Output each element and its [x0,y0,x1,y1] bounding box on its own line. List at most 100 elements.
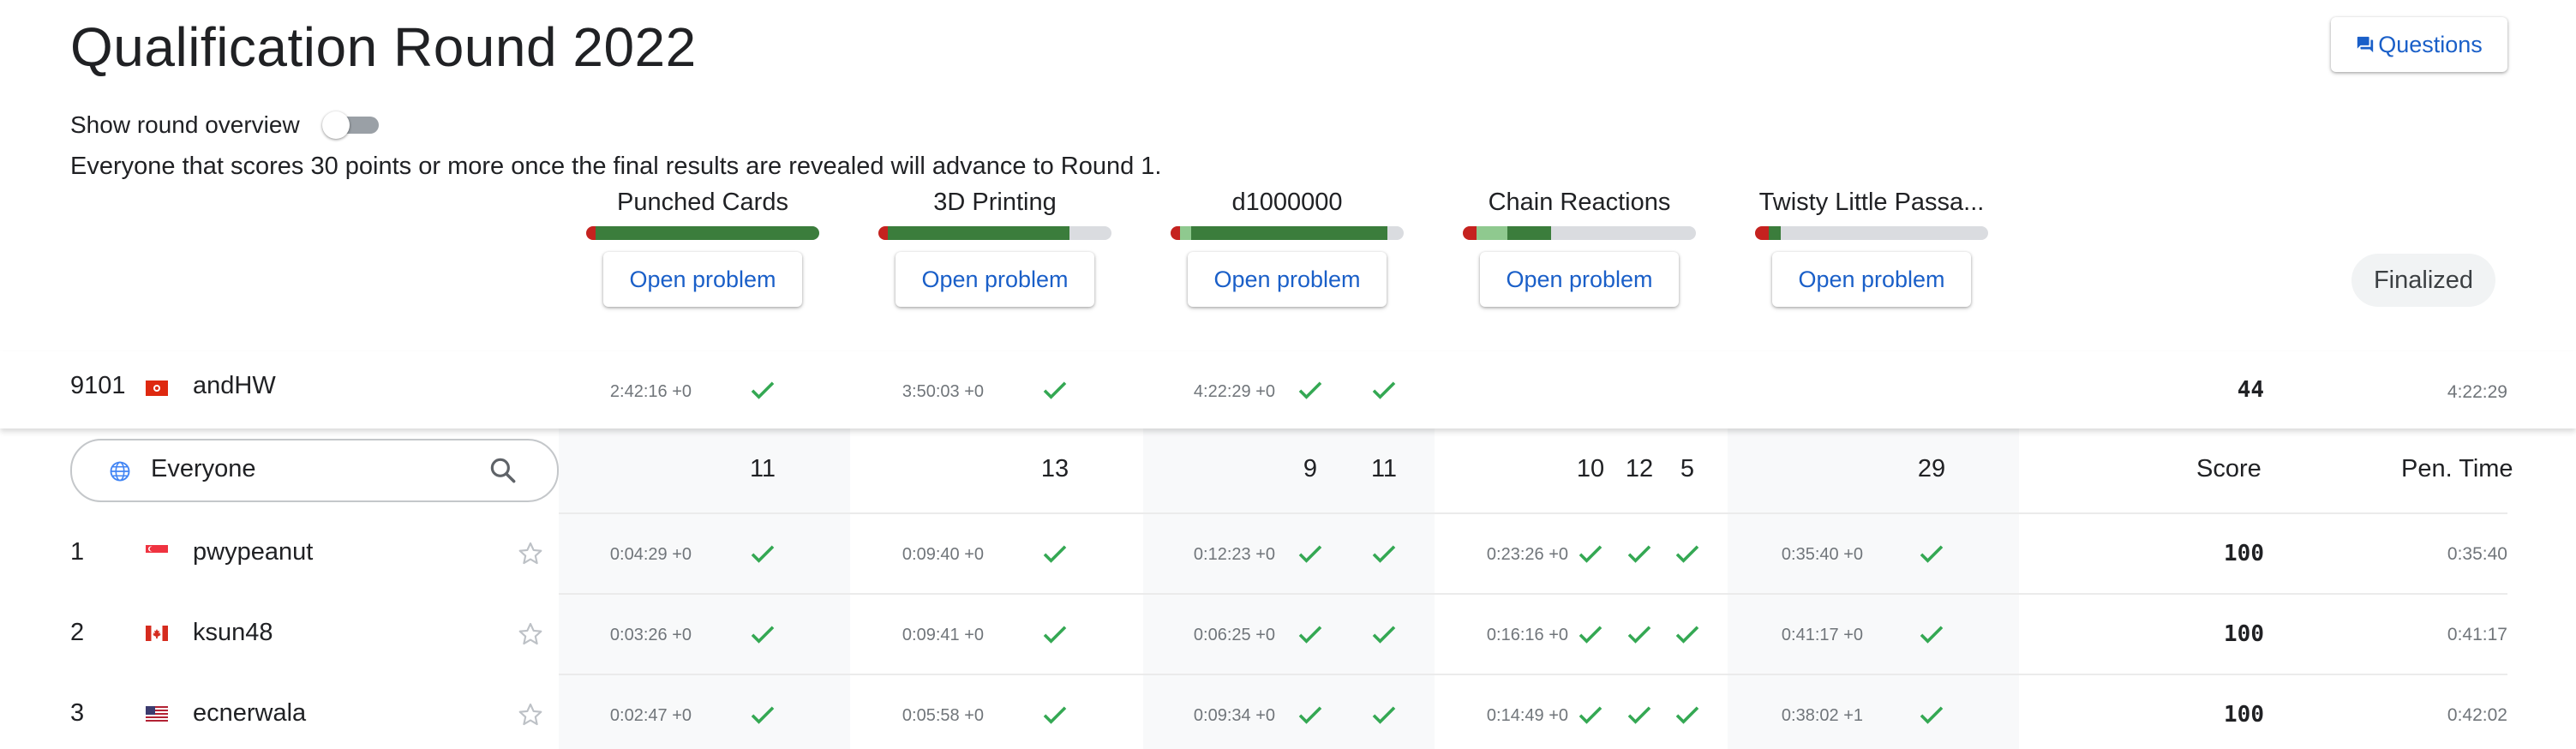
questions-button[interactable]: Questions [2331,17,2507,72]
check-icon [1675,706,1699,724]
check-icon [1298,381,1322,399]
user-name: andHW [193,372,276,399]
solve-time: 2:42:16 +0 [609,382,692,401]
current-user-row: 9101 andHW 2:42:16 +0 3:50:03 +0 4:22:29… [0,351,2576,428]
filter-scope: Everyone [151,455,256,482]
check-icon [1675,626,1699,644]
solve-time: 0:09:41 +0 [902,626,984,644]
problem-name: d1000000 [1231,189,1343,216]
usa-flag-icon [146,706,168,722]
check-icon [1627,626,1651,644]
check-icon [1579,545,1603,563]
problem-name: Punched Cards [617,189,788,216]
table-row: 1 pwypeanut 0:04:29 +0 0:09:40 +0 0:12:2… [0,514,2576,593]
problem-name: 3D Printing [933,189,1057,216]
overview-toggle[interactable] [322,111,379,139]
open-problem-button[interactable]: Open problem [1188,252,1387,307]
row-name: pwypeanut [193,538,314,566]
row-penalty: 0:41:17 [2447,625,2507,644]
row-rank: 1 [70,538,85,566]
solve-time: 0:23:26 +0 [1486,545,1568,564]
solve-time: 0:16:16 +0 [1486,626,1568,644]
row-penalty: 0:42:02 [2447,705,2507,725]
open-problem-button[interactable]: Open problem [1480,252,1679,307]
problem-progress-bar [586,226,819,240]
page-title: Qualification Round 2022 [70,16,697,78]
user-penalty: 4:22:29 [2447,382,2507,402]
solve-time: 0:09:40 +0 [902,545,984,564]
solved-count: 11 [749,455,776,482]
table-row: 2 ksun48 0:03:26 +0 0:09:41 +0 0:06:25 +… [0,595,2576,674]
check-icon [1372,545,1396,563]
star-icon[interactable] [516,700,545,729]
check-icon [1043,381,1067,399]
check-icon [1627,545,1651,563]
solve-time: 0:04:29 +0 [609,545,692,564]
solved-count: 11 [1370,455,1398,482]
check-icon [1920,545,1944,563]
row-score: 100 [2224,541,2264,566]
solve-time: 0:03:26 +0 [609,626,692,644]
solve-time: 0:12:23 +0 [1193,545,1275,564]
check-icon [1043,706,1067,724]
open-problem-button[interactable]: Open problem [1772,252,1971,307]
check-icon [1627,706,1651,724]
problem-progress-bar [878,226,1111,240]
open-problem-button[interactable]: Open problem [896,252,1094,307]
user-rank: 9101 [70,372,126,399]
solve-time: 0:35:40 +0 [1781,545,1863,564]
check-icon [1920,706,1944,724]
problem-column-3: Chain Reactions Open problem [1463,189,1696,307]
check-icon [1675,545,1699,563]
user-score: 44 [2237,377,2264,403]
search-icon[interactable] [487,454,519,487]
solve-time: 3:50:03 +0 [902,382,984,401]
chat-icon [2357,36,2374,53]
problem-progress-bar [1463,226,1696,240]
row-rank: 3 [70,699,85,727]
problem-column-2: d1000000 Open problem [1171,189,1404,307]
show-overview-label: Show round overview [70,111,300,138]
check-icon [1372,381,1396,399]
check-icon [1579,626,1603,644]
problem-column-1: 3D Printing Open problem [878,189,1111,307]
row-score: 100 [2224,702,2264,728]
check-icon [1043,545,1067,563]
table-row: 3 ecnerwala 0:02:47 +0 0:05:58 +0 0:09:3… [0,675,2576,749]
problem-name: Twisty Little Passa... [1758,189,1985,216]
status-badge: Finalized [2351,254,2495,307]
solve-time: 0:38:02 +1 [1781,706,1863,725]
problem-column-0: Punched Cards Open problem [586,189,819,307]
row-rank: 2 [70,619,85,646]
check-icon [751,381,775,399]
solved-count: 10 [1576,455,1605,482]
score-header: Score [2196,455,2261,482]
solve-time: 0:41:17 +0 [1781,626,1863,644]
canada-flag-icon [146,626,168,641]
check-icon [1579,706,1603,724]
questions-label: Questions [2378,31,2483,57]
check-icon [1298,626,1322,644]
solved-count: 12 [1625,455,1654,482]
row-name: ecnerwala [193,699,307,727]
problem-progress-bar [1171,226,1404,240]
check-icon [1298,706,1322,724]
check-icon [1043,626,1067,644]
open-problem-button[interactable]: Open problem [603,252,802,307]
penalty-header: Pen. Time [2401,455,2513,482]
problem-progress-bar [1755,226,1988,240]
solve-time: 0:06:25 +0 [1193,626,1275,644]
scoreboard-filter[interactable]: Everyone [70,439,559,502]
hong-kong-flag-icon [146,380,168,396]
singapore-flag-icon [146,545,168,560]
solved-count: 9 [1303,455,1318,482]
check-icon [751,626,775,644]
globe-icon [110,461,130,482]
star-icon[interactable] [516,539,545,568]
solve-time: 0:14:49 +0 [1486,706,1568,725]
row-name: ksun48 [193,619,273,646]
star-icon[interactable] [516,620,545,649]
solve-time: 0:09:34 +0 [1193,706,1275,725]
check-icon [1372,706,1396,724]
solve-time: 0:05:58 +0 [902,706,984,725]
